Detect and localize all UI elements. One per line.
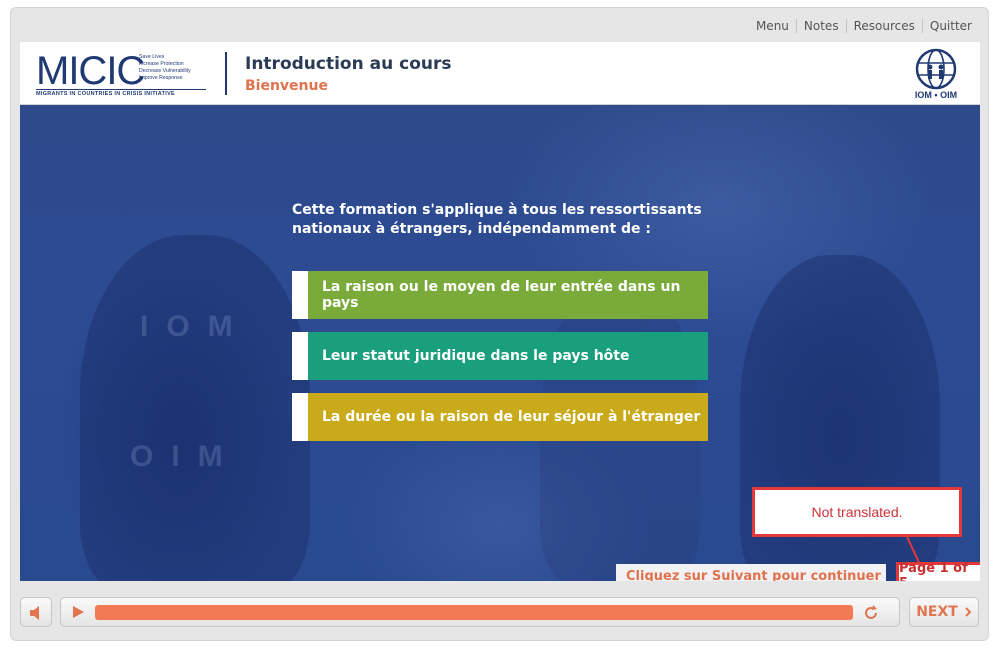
option-entry-reason[interactable]: La raison ou le moyen de leur entrée dan… [292,271,708,319]
speaker-icon [30,606,39,620]
option-label: La raison ou le moyen de leur entrée dan… [322,279,681,311]
media-player [60,597,900,627]
option-legal-status[interactable]: Leur statut juridique dans le pays hôte [292,332,708,380]
notes-link[interactable]: Notes [795,19,846,33]
micic-logo-text: MICIC [36,49,145,93]
globe-icon [915,48,957,90]
background-figure [80,235,310,581]
volume-button[interactable] [20,597,52,627]
chevron-right-icon [965,607,972,617]
top-menu: Menu Notes Resources Quitter [749,18,972,34]
iom-logo: IOM • OIM [908,47,964,101]
annotation-callout: Not translated. [752,487,962,537]
option-marker [292,393,308,441]
header-divider [225,52,227,95]
next-label: NEXT [916,604,958,620]
page-indicator: Page 1 of 5 [896,561,980,581]
course-header: MICIC Save Lives Increase Protection Dec… [20,42,980,105]
option-marker [292,271,308,319]
next-button[interactable]: NEXT [909,597,979,627]
slide-stage: IOM OIM Cette formation s'applique à tou… [20,105,980,581]
replay-icon[interactable] [861,603,881,623]
quit-link[interactable]: Quitter [921,19,972,33]
micic-logo-taglines: Save Lives Increase Protection Decrease … [139,54,191,81]
option-stay-duration[interactable]: La durée ou la raison de leur séjour à l… [292,393,708,441]
resources-link[interactable]: Resources [845,19,922,33]
course-player-frame: Menu Notes Resources Quitter MICIC Save … [10,7,989,641]
background-vest-text: IOM [140,310,251,343]
option-label: La durée ou la raison de leur séjour à l… [322,409,701,425]
menu-link[interactable]: Menu [749,19,796,33]
course-title: Introduction au cours [245,54,452,74]
iom-logo-text: IOM • OIM [914,90,958,100]
progress-bar[interactable] [95,605,853,620]
background-vest-text: OIM [130,440,241,473]
course-subtitle: Bienvenue [245,78,328,94]
player-controls: NEXT [20,593,980,633]
option-marker [292,332,308,380]
micic-logo-subline: MIGRANTS IN COUNTRIES IN CRISIS INITIATI… [36,89,206,97]
intro-text: Cette formation s'applique à tous les re… [292,202,702,237]
play-icon[interactable] [73,606,84,618]
micic-logo: MICIC Save Lives Increase Protection Dec… [36,51,206,97]
option-label: Leur statut juridique dans le pays hôte [322,348,630,364]
continue-instruction: Cliquez sur Suivant pour continuer [616,564,886,581]
